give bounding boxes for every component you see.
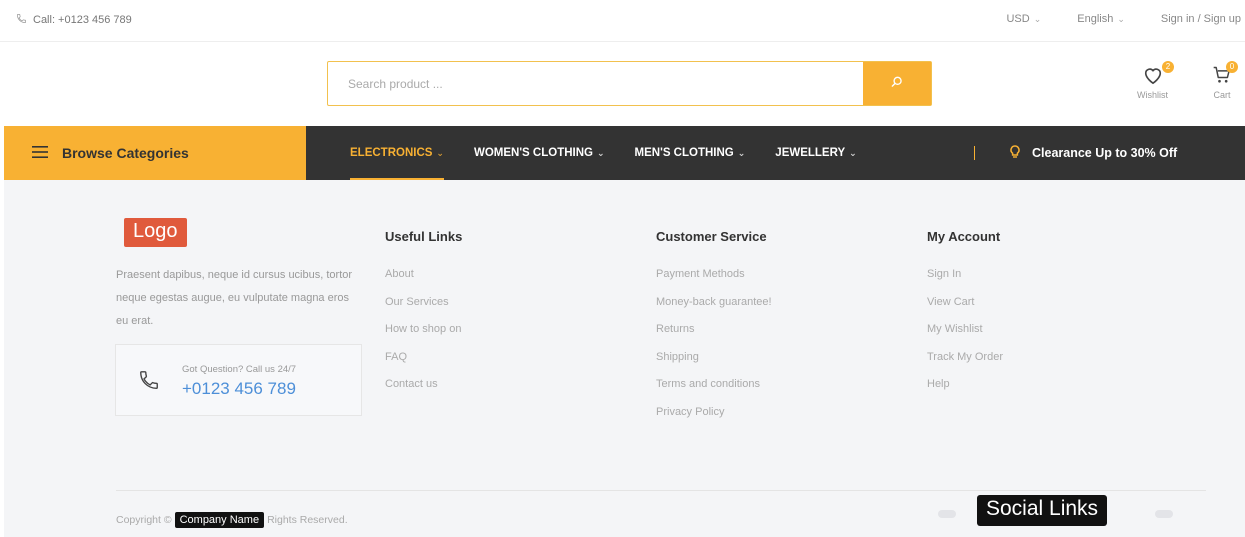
language-value: English — [1077, 13, 1114, 25]
search-button[interactable] — [863, 62, 931, 105]
chevron-down-icon: ⌄ — [1117, 14, 1125, 24]
currency-value: USD — [1006, 13, 1030, 25]
top-bar: Call: +0123 456 789 USD ⌄ English ⌄ Sign i… — [0, 0, 1245, 42]
footer-link[interactable]: Track My Order — [927, 344, 1003, 372]
footer-divider — [116, 490, 1206, 491]
call-question: Got Question? Call us 24/7 — [182, 364, 297, 375]
nav-item-jewellery[interactable]: JEWELLERY ⌄ — [775, 126, 856, 180]
footer-column-my-account: My Account Sign In View Cart My Wishlist… — [927, 229, 1003, 399]
social-links[interactable]: Social Links — [977, 495, 1108, 526]
footer-link[interactable]: My Wishlist — [927, 316, 1003, 344]
copyright: Copyright © Company Name Rights Reserved… — [116, 512, 348, 528]
call-info: Call: +0123 456 789 — [16, 13, 132, 27]
nav-item-label: WOMEN'S CLOTHING — [473, 147, 593, 159]
footer-link[interactable]: Our Services — [385, 289, 462, 317]
footer-link[interactable]: Payment Methods — [656, 261, 772, 289]
nav-item-label: MEN'S CLOTHING — [634, 147, 734, 159]
wishlist-button[interactable]: 2 Wishlist — [1137, 61, 1174, 100]
chevron-down-icon: ⌄ — [436, 147, 444, 158]
nav-item-label: JEWELLERY — [775, 147, 846, 159]
copyright-prefix: Copyright © — [116, 514, 172, 526]
footer-column-customer-service: Customer Service Payment Methods Money-b… — [656, 229, 772, 426]
nav-divider — [974, 146, 975, 160]
footer-link[interactable]: Contact us — [385, 371, 462, 399]
footer-link[interactable]: Returns — [656, 316, 772, 344]
chevron-down-icon: ⌄ — [849, 147, 857, 158]
footer-link[interactable]: View Cart — [927, 289, 1003, 317]
footer-link[interactable]: Help — [927, 371, 1003, 399]
currency-select[interactable]: USD ⌄ — [1006, 13, 1041, 25]
main-nav: Browse Categories ELECTRONICS ⌄ WOMEN'S C… — [4, 126, 1245, 180]
chevron-down-icon: ⌄ — [1033, 14, 1042, 24]
footer-logo[interactable]: Logo — [124, 218, 187, 247]
chevron-down-icon: ⌄ — [596, 147, 605, 158]
cart-label: Cart — [1213, 90, 1231, 100]
cart-count: 0 — [1226, 61, 1238, 73]
browse-categories-button[interactable]: Browse Categories — [4, 126, 306, 180]
footer-column-useful-links: Useful Links About Our Services How to s… — [385, 229, 462, 399]
clearance-link[interactable]: Clearance Up to 30% Off — [1010, 126, 1177, 180]
sign-in-link[interactable]: Sign in / Sign up — [1161, 13, 1241, 25]
call-number[interactable]: +0123 456 789 — [182, 379, 296, 399]
footer-link[interactable]: Sign In — [927, 261, 1003, 289]
chevron-down-icon: ⌄ — [737, 147, 746, 158]
footer-link[interactable]: Money-back guarantee! — [656, 289, 772, 317]
social-icon[interactable] — [938, 510, 956, 518]
column-title: Useful Links — [385, 229, 463, 244]
column-title: My Account — [927, 229, 1001, 244]
nav-item-label: ELECTRONICS — [350, 147, 433, 159]
wishlist-label: Wishlist — [1137, 90, 1168, 100]
cart-button[interactable]: 0 Cart — [1212, 61, 1238, 100]
nav-item-mens-clothing[interactable]: MEN'S CLOTHING ⌄ — [635, 126, 746, 180]
search-bar — [327, 61, 932, 106]
lightbulb-icon — [1010, 144, 1020, 162]
copyright-suffix: Rights Reserved. — [267, 514, 348, 526]
nav-item-womens-clothing[interactable]: WOMEN'S CLOTHING ⌄ — [474, 126, 605, 180]
nav-item-electronics[interactable]: ELECTRONICS ⌄ — [350, 126, 444, 180]
footer-link[interactable]: Terms and conditions — [656, 371, 772, 399]
call-text: Call: +0123 456 789 — [33, 14, 132, 26]
call-box: Got Question? Call us 24/7 +0123 456 789 — [115, 344, 362, 416]
footer-link[interactable]: FAQ — [385, 344, 462, 372]
footer-link[interactable]: Privacy Policy — [656, 399, 772, 427]
search-input[interactable] — [328, 62, 863, 105]
company-name: Company Name — [174, 512, 265, 528]
menu-icon — [32, 145, 48, 161]
phone-icon — [16, 13, 27, 27]
footer-link[interactable]: Shipping — [656, 344, 772, 372]
social-icon[interactable] — [1155, 510, 1173, 518]
search-icon — [890, 75, 904, 92]
clearance-label: Clearance Up to 30% Off — [1032, 146, 1178, 160]
footer-link[interactable]: How to shop on — [385, 316, 462, 344]
phone-icon — [138, 369, 160, 396]
heart-icon — [1142, 65, 1164, 87]
language-select[interactable]: English ⌄ — [1077, 13, 1125, 25]
footer-about-text: Praesent dapibus, neque id cursus ucibus… — [116, 269, 353, 327]
column-title: Customer Service — [656, 229, 767, 244]
browse-categories-label: Browse Categories — [62, 145, 189, 161]
footer-link[interactable]: About — [385, 261, 462, 289]
wishlist-count: 2 — [1162, 61, 1174, 73]
